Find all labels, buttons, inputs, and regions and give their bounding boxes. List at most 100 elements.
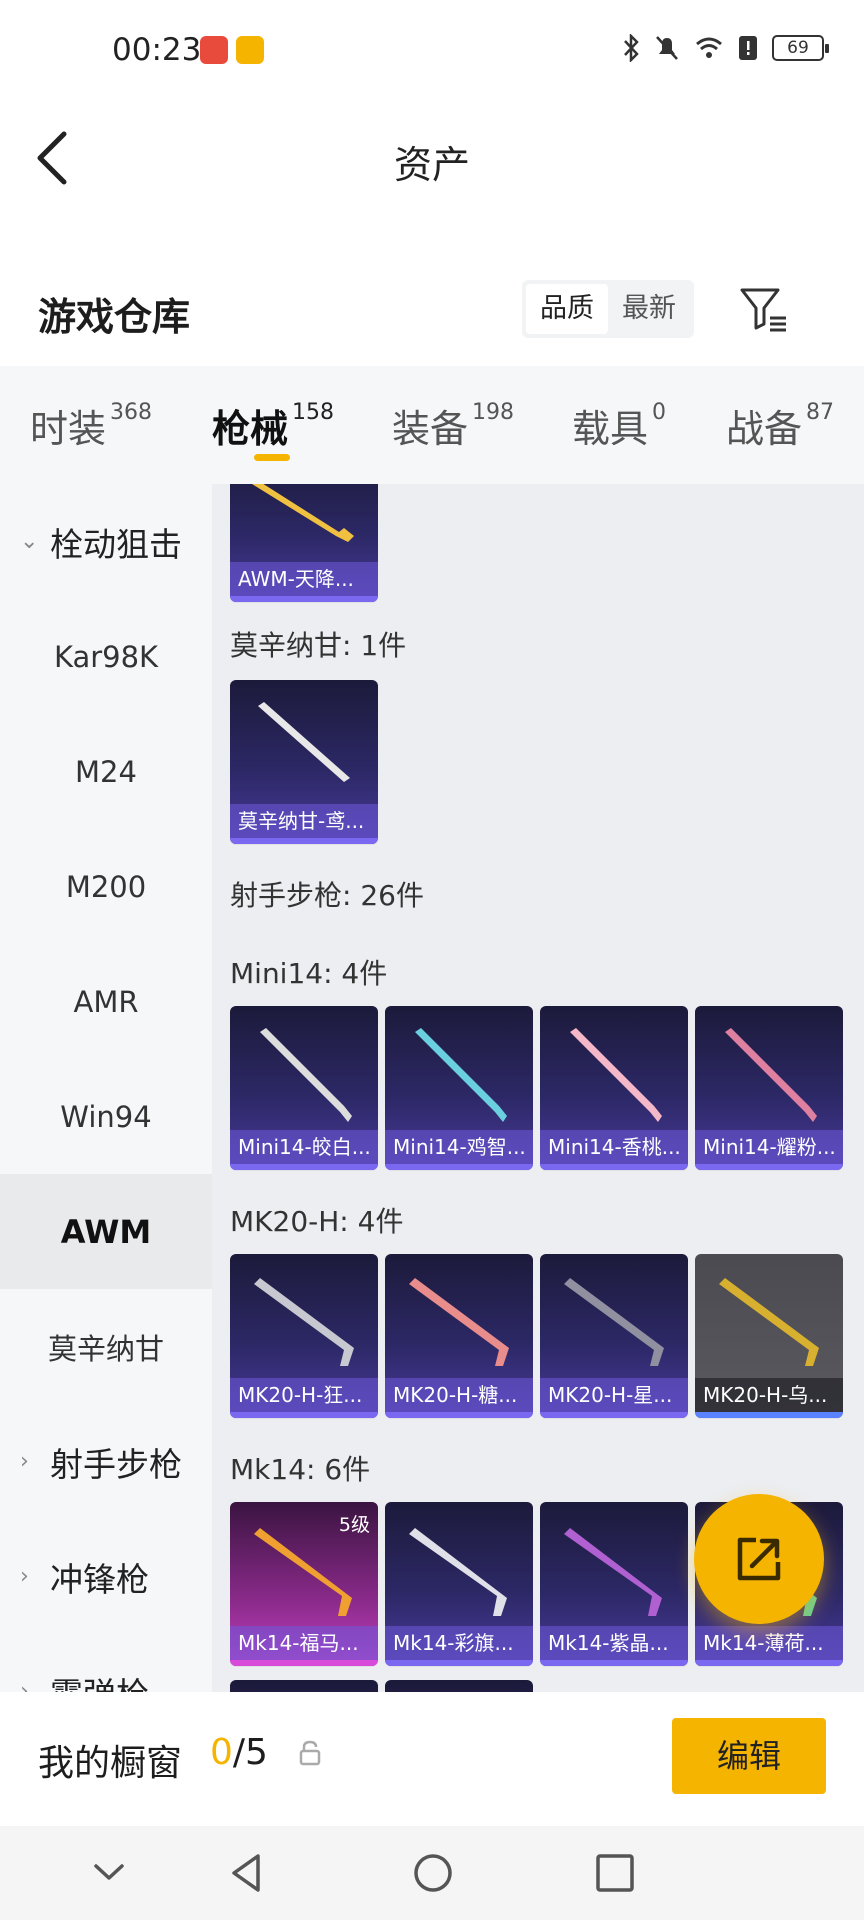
item-name: Mini14-鸡智... [385,1130,533,1164]
tab-fashion[interactable]: 时装 368 [30,398,152,453]
tab-firearms[interactable]: 枪械 158 [212,398,334,453]
sidebar-item-m200[interactable]: M200 [0,829,212,944]
rarity-bar [695,1660,843,1666]
sidebar-item-m24[interactable]: M24 [0,714,212,829]
share-icon [737,1537,781,1581]
gun-shape [409,1528,507,1616]
item-card[interactable]: Mini14-皎白... [230,1006,378,1170]
tab-count: 87 [806,400,835,425]
sidebar-item-win94[interactable]: Win94 [0,1059,212,1174]
gun-shape [564,1528,662,1616]
tab-label: 载具 [572,407,649,451]
item-card[interactable]: Mk14-彩旗... [385,1502,533,1666]
rifle-icon [254,1278,354,1366]
sort-toggle: 品质 最新 [522,280,694,338]
item-card[interactable]: 莫辛纳甘-鸢... [230,680,378,844]
rarity-bar [540,1412,688,1418]
nav-back-icon[interactable] [222,1848,272,1898]
rarity-bar [230,1660,378,1666]
rarity-bar [230,1164,378,1170]
item-card[interactable]: Mini14-鸡智... [385,1006,533,1170]
item-card[interactable] [230,1680,378,1692]
showcase-current: 0 [210,1732,233,1773]
sidebar-item-shotgun[interactable]: › 霰弹枪 [0,1634,212,1693]
gun-shape [725,1028,817,1122]
nav-recents-icon[interactable] [590,1848,640,1898]
sort-newest-button[interactable]: 最新 [608,284,690,334]
item-card[interactable]: AWM-天降... [230,484,378,602]
tab-label: 枪械 [212,407,289,451]
sidebar-item-kar98k[interactable]: Kar98K [0,599,212,714]
showcase-total: 5 [245,1732,268,1773]
nav-home-icon[interactable] [408,1848,458,1898]
tab-label: 装备 [392,407,469,451]
rifle-icon [719,1278,819,1366]
item-name: Mk14-福马... [230,1626,378,1660]
tab-label: 时装 [30,407,107,451]
sidebar-item-mosin[interactable]: 莫辛纳甘 [0,1289,212,1404]
tab-label: 战备 [726,407,803,451]
chevron-right-icon: › [20,1449,29,1474]
rifle-icon [254,1528,352,1616]
tab-count: 158 [292,400,335,425]
tab-equipment[interactable]: 装备 198 [392,398,514,453]
item-name: AWM-天降... [230,562,378,596]
item-card[interactable]: Mk14-紫晶... [540,1502,688,1666]
showcase-separator: / [232,1732,246,1773]
rifle-icon [409,1528,507,1616]
chevron-right-icon: › [20,1564,29,1589]
edit-button[interactable]: 编辑 [672,1718,826,1794]
rarity-bar [230,596,378,602]
tab-count: 0 [652,400,667,425]
tab-count: 198 [472,400,515,425]
sidebar-item-bolt-sniper[interactable]: ⌄ 栓动狙击 [0,484,212,599]
rifle-icon [260,1028,352,1122]
group-label: MK20-H: 4件 [230,1205,404,1238]
gun-shape [258,702,350,782]
item-card[interactable]: 5级 Mk14-福马... [230,1502,378,1666]
sidebar-item-label: 冲锋枪 [50,1559,149,1599]
rifle-icon [252,484,354,542]
item-name: Mini14-香桃... [540,1130,688,1164]
sort-quality-button[interactable]: 品质 [526,284,608,334]
gun-shape [252,484,354,542]
status-bar: 00:23 69 [0,0,864,100]
item-card[interactable]: MK20-H-星... [540,1254,688,1418]
sidebar-item-label: 霰弹枪 [50,1668,149,1693]
item-card[interactable]: MK20-H-狂... [230,1254,378,1418]
item-card[interactable]: MK20-H-乌... [695,1254,843,1418]
rifle-icon [258,702,350,782]
item-card[interactable]: Mini14-耀粉... [695,1006,843,1170]
rarity-bar [695,1164,843,1170]
sidebar-item-smg[interactable]: › 冲锋枪 [0,1519,212,1634]
sidebar-item-label: 射手步枪 [50,1444,182,1484]
status-time: 00:23 [112,32,202,68]
gun-shape [254,1278,354,1366]
alert-icon [739,36,757,60]
rifle-icon [725,1028,817,1122]
item-card[interactable]: Mini14-香桃... [540,1006,688,1170]
item-name: MK20-H-糖... [385,1378,533,1412]
weapon-sidebar: ⌄ 栓动狙击 Kar98K M24 M200 AMR Win94 AWM 莫辛纳甘… [0,484,212,1692]
mute-bell-icon [656,36,678,60]
tab-vehicles[interactable]: 载具 0 [572,398,666,453]
collapse-icon[interactable] [84,1848,134,1898]
item-card[interactable]: MK20-H-糖... [385,1254,533,1418]
sidebar-item-awm[interactable]: AWM [0,1174,212,1289]
item-name: MK20-H-狂... [230,1378,378,1412]
item-name: Mini14-皎白... [230,1130,378,1164]
active-tab-indicator [254,454,290,461]
sidebar-item-amr[interactable]: AMR [0,944,212,1059]
share-fab[interactable] [694,1494,824,1624]
rarity-bar [385,1164,533,1170]
tab-supplies[interactable]: 战备 87 [726,398,834,453]
gun-shape [254,1528,352,1616]
group-label: 射手步枪: 26件 [230,879,424,912]
game-app-icon [236,36,264,64]
sidebar-item-marksman[interactable]: › 射手步枪 [0,1404,212,1519]
tab-count: 368 [110,400,153,425]
filter-icon[interactable] [738,284,790,336]
battery-icon: 69 [772,35,829,61]
showcase-count: 0/5 [210,1732,268,1773]
item-card[interactable] [385,1680,533,1692]
